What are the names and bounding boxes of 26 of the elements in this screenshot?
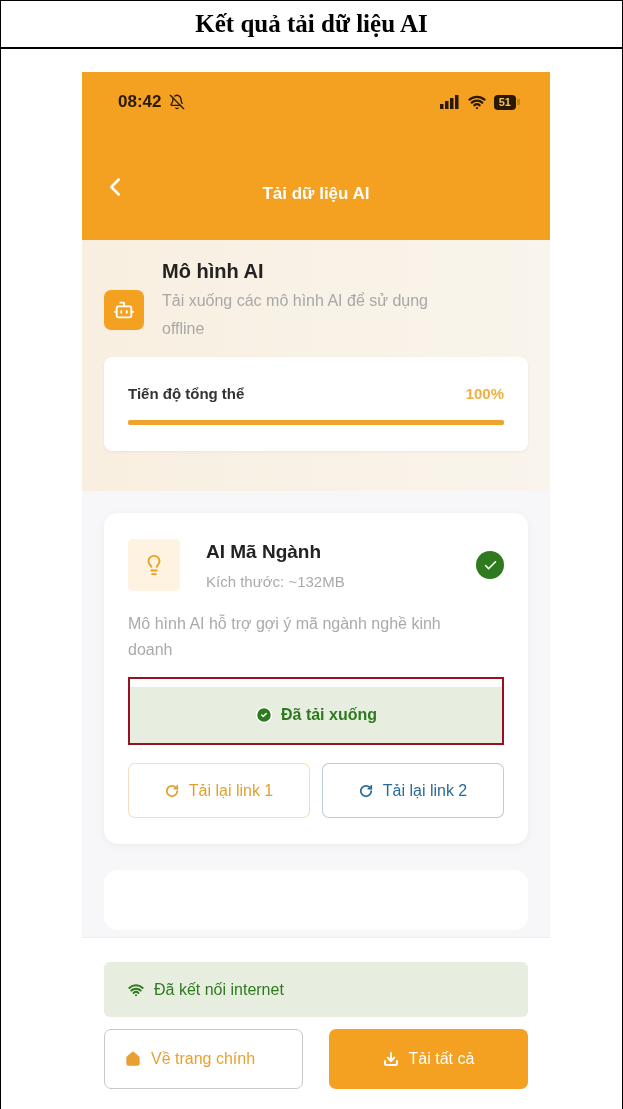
connection-banner: Đã kết nối internet	[104, 962, 528, 1017]
model-description: Mô hình AI hỗ trợ gợi ý mã ngành nghề kinh doanh	[128, 613, 442, 660]
screen-title: Tải dữ liệu AI	[262, 184, 370, 204]
home-button[interactable]: Về trang chính	[104, 1029, 303, 1089]
refresh-icon[interactable]	[358, 783, 373, 798]
wifi-icon	[467, 93, 486, 111]
status-time: 08:42	[118, 92, 162, 112]
document-title: Kết quả tải dữ liệu AI	[1, 1, 622, 49]
progress-label: Tiến độ tổng thể	[128, 385, 245, 402]
section-title: Mô hình AI	[162, 260, 265, 283]
download-status: Đã tải xuống	[130, 687, 502, 743]
reload-link-button[interactable]: Tải lại link 1	[128, 763, 310, 818]
download-all-button[interactable]: Tải tất cả	[329, 1029, 528, 1089]
reload-link-button[interactable]: Tải lại link 2	[322, 763, 504, 818]
model-size: Kích thước: ~132MB	[206, 572, 345, 590]
section-subtitle: Tải xuống các mô hình AI để sử dụng offline	[162, 291, 429, 339]
check-circle-icon	[255, 706, 273, 724]
download-icon[interactable]	[382, 1051, 399, 1067]
battery-level: 51	[493, 94, 516, 110]
bell-off-icon	[169, 94, 186, 110]
progress-value: 100%	[465, 385, 504, 402]
robot-icon	[104, 290, 144, 330]
signal-icon	[439, 95, 460, 109]
home-icon[interactable]	[125, 1051, 141, 1067]
model-name: AI Mã Ngành	[206, 540, 323, 563]
lightbulb-icon	[128, 539, 180, 591]
